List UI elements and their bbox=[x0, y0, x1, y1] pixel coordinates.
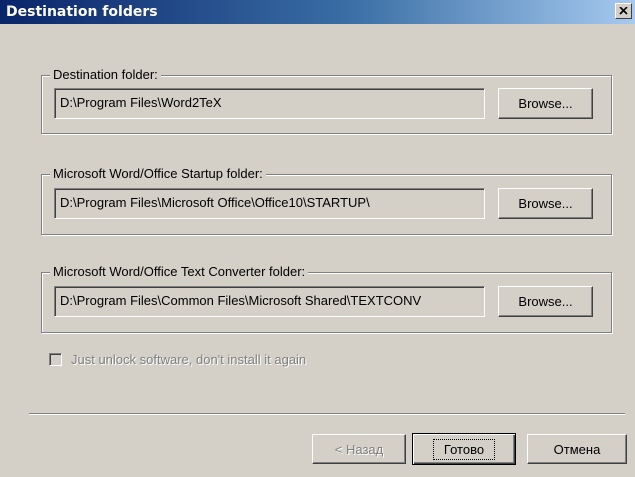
finish-button-label: Готово bbox=[432, 438, 496, 460]
destination-folder-label: Destination folder: bbox=[50, 67, 161, 83]
close-icon bbox=[619, 7, 628, 15]
startup-folder-field[interactable]: D:\Program Files\Microsoft Office\Office… bbox=[54, 188, 485, 219]
destination-folder-group: Destination folder: D:\Program Files\Wor… bbox=[41, 67, 612, 134]
text-converter-folder-browse-button[interactable]: Browse... bbox=[498, 286, 593, 317]
back-button-label: < Назад bbox=[334, 441, 384, 457]
cancel-button[interactable]: Отмена bbox=[527, 434, 627, 464]
startup-folder-label: Microsoft Word/Office Startup folder: bbox=[50, 166, 266, 182]
window-title: Destination folders bbox=[6, 4, 158, 20]
footer-separator bbox=[29, 413, 625, 415]
destination-folder-field[interactable]: D:\Program Files\Word2TeX bbox=[54, 88, 485, 119]
title-bar: Destination folders bbox=[0, 0, 635, 24]
destination-folder-browse-button[interactable]: Browse... bbox=[498, 88, 593, 119]
text-converter-folder-field[interactable]: D:\Program Files\Common Files\Microsoft … bbox=[54, 286, 485, 317]
unlock-only-label: Just unlock software, don't install it a… bbox=[71, 352, 307, 367]
text-converter-folder-group: Microsoft Word/Office Text Converter fol… bbox=[41, 264, 612, 333]
finish-button[interactable]: Готово bbox=[412, 433, 516, 465]
unlock-only-option[interactable]: Just unlock software, don't install it a… bbox=[49, 352, 306, 367]
unlock-only-checkbox[interactable] bbox=[49, 353, 62, 366]
back-button[interactable]: < Назад bbox=[312, 434, 406, 464]
startup-folder-group: Microsoft Word/Office Startup folder: D:… bbox=[41, 166, 612, 235]
close-button[interactable] bbox=[615, 3, 632, 19]
text-converter-folder-label: Microsoft Word/Office Text Converter fol… bbox=[50, 264, 309, 280]
startup-folder-browse-button[interactable]: Browse... bbox=[498, 188, 593, 219]
